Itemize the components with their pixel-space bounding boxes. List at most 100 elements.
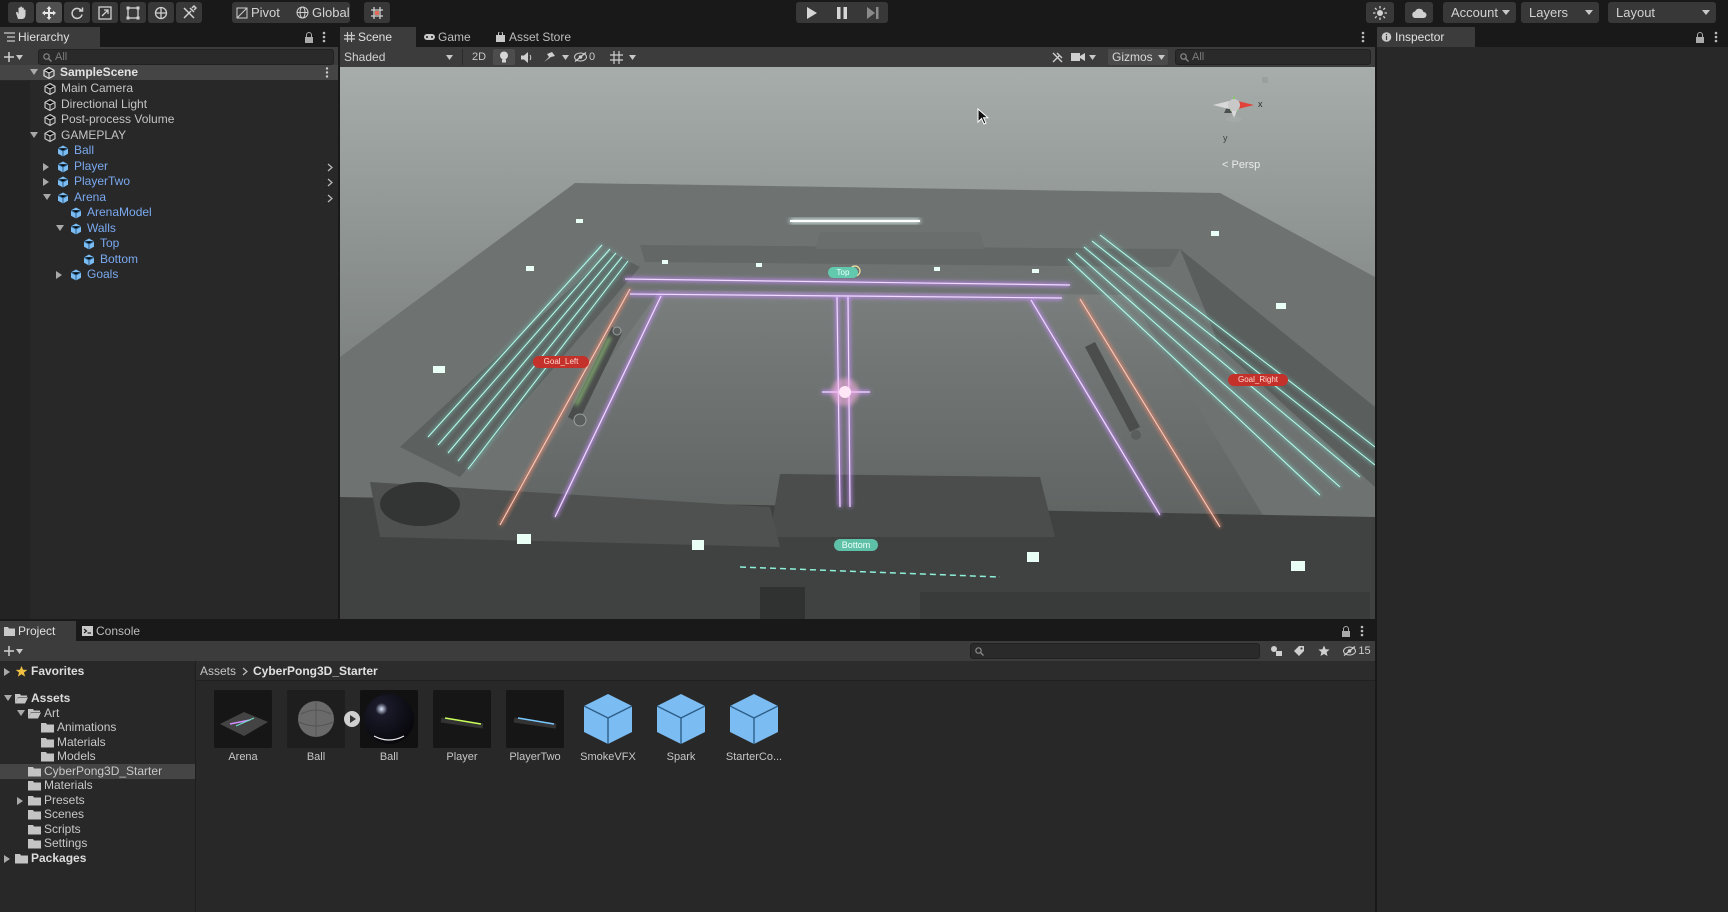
lock-icon[interactable]: [304, 32, 314, 43]
folder-tree-item[interactable]: Packages: [0, 851, 195, 866]
hand-tool-button[interactable]: [8, 2, 34, 23]
hierarchy-item[interactable]: Goals: [0, 267, 338, 282]
pause-button[interactable]: [827, 2, 857, 23]
hierarchy-item[interactable]: ArenaModel: [0, 205, 338, 220]
rect-tool-button[interactable]: [120, 2, 146, 23]
folder-tree-item[interactable]: Assets: [0, 691, 195, 706]
folder-tree-item[interactable]: CyberPong3D_Starter: [0, 764, 195, 779]
create-dropdown[interactable]: [4, 49, 23, 65]
chevron-down-icon[interactable]: [629, 55, 636, 60]
tab-inspector[interactable]: Inspector: [1377, 27, 1475, 47]
hierarchy-item[interactable]: PlayerTwo: [0, 174, 338, 189]
scene-effects-toggle[interactable]: [539, 49, 559, 65]
fold-closed-icon[interactable]: [56, 271, 62, 279]
folder-tree-item[interactable]: Materials: [0, 778, 195, 793]
lock-icon[interactable]: [1341, 626, 1351, 637]
camera-settings-dropdown[interactable]: [1071, 49, 1105, 65]
fold-open-icon[interactable]: [43, 193, 51, 200]
hierarchy-item[interactable]: Walls: [0, 221, 338, 236]
search-by-label-button[interactable]: [1289, 643, 1309, 659]
light-settings-button[interactable]: [1366, 2, 1394, 23]
favorite-filter-button[interactable]: [1314, 643, 1334, 659]
asset-item[interactable]: Spark: [649, 690, 713, 763]
hierarchy-item[interactable]: Arena: [0, 190, 338, 205]
play-button[interactable]: [796, 2, 826, 23]
tab-project[interactable]: Project: [0, 621, 76, 641]
fold-open-icon[interactable]: [30, 131, 38, 138]
toggle-2d-button[interactable]: 2D: [467, 49, 491, 65]
tab-game[interactable]: Game: [420, 27, 488, 47]
goal-left-label[interactable]: Goal_Left: [533, 356, 589, 368]
scene-lighting-toggle[interactable]: [493, 49, 515, 65]
layout-dropdown[interactable]: Layout: [1608, 2, 1716, 23]
shading-mode-dropdown[interactable]: Shaded: [344, 49, 454, 65]
more-options-icon[interactable]: [1361, 31, 1365, 43]
tab-scene[interactable]: Scene: [340, 27, 416, 47]
grid-toggle[interactable]: [606, 49, 626, 65]
hierarchy-item[interactable]: Top: [0, 236, 338, 251]
custom-tool-button[interactable]: [176, 2, 202, 23]
folder-tree-item[interactable]: Materials: [0, 735, 195, 750]
folder-tree-item[interactable]: Scenes: [0, 807, 195, 822]
fold-closed-icon[interactable]: [43, 178, 49, 186]
asset-item[interactable]: StarterCo...: [722, 690, 786, 763]
asset-item[interactable]: PlayerTwo: [503, 690, 567, 763]
transform-tool-button[interactable]: [148, 2, 174, 23]
fold-open-icon[interactable]: [17, 710, 25, 716]
scene-audio-toggle[interactable]: [517, 49, 537, 65]
project-search-input[interactable]: [970, 643, 1260, 659]
chevron-right-icon[interactable]: [327, 194, 333, 203]
gizmos-dropdown[interactable]: Gizmos: [1108, 49, 1168, 65]
more-options-icon[interactable]: [322, 31, 326, 43]
hierarchy-search-input[interactable]: All: [38, 49, 334, 65]
hierarchy-item[interactable]: Player: [0, 159, 338, 174]
pivot-toggle[interactable]: Pivot: [236, 2, 280, 23]
fold-open-icon[interactable]: [4, 695, 12, 701]
hierarchy-item[interactable]: Directional Light: [0, 97, 338, 112]
search-by-type-button[interactable]: [1266, 643, 1286, 659]
goal-right-label[interactable]: Goal_Right: [1228, 374, 1288, 386]
chevron-right-icon[interactable]: [327, 178, 333, 187]
move-tool-button[interactable]: [36, 2, 62, 23]
scene-visibility-toggle[interactable]: 0: [574, 49, 604, 65]
lock-icon[interactable]: [1695, 32, 1705, 43]
fold-closed-icon[interactable]: [4, 668, 10, 676]
fold-closed-icon[interactable]: [4, 855, 10, 863]
create-asset-dropdown[interactable]: [4, 643, 23, 659]
top-wall-label[interactable]: Top: [828, 267, 858, 278]
asset-item[interactable]: Ball: [357, 690, 421, 763]
asset-item[interactable]: Arena: [211, 690, 275, 763]
scene-tools-button[interactable]: [1047, 49, 1067, 65]
scale-tool-button[interactable]: [92, 2, 118, 23]
folder-tree-item[interactable]: Settings: [0, 836, 195, 851]
hierarchy-item[interactable]: Post-process Volume: [0, 112, 338, 127]
rotate-tool-button[interactable]: [64, 2, 90, 23]
tab-console[interactable]: Console: [78, 621, 152, 641]
scene-menu-icon[interactable]: [325, 67, 329, 78]
perspective-toggle[interactable]: < Persp: [1222, 159, 1260, 171]
tab-hierarchy[interactable]: Hierarchy: [0, 27, 100, 47]
more-options-icon[interactable]: [1714, 31, 1718, 43]
breadcrumb-assets[interactable]: Assets: [200, 664, 236, 678]
more-options-icon[interactable]: [1360, 625, 1364, 637]
hierarchy-item[interactable]: Bottom: [0, 252, 338, 267]
hidden-packages-toggle[interactable]: 15: [1340, 643, 1374, 659]
cloud-button[interactable]: [1405, 2, 1433, 23]
asset-item[interactable]: Player: [430, 690, 494, 763]
global-toggle[interactable]: Global: [296, 2, 350, 23]
chevron-right-icon[interactable]: [327, 163, 333, 172]
scene-search-input[interactable]: All: [1175, 49, 1371, 65]
folder-tree-item[interactable]: Art: [0, 706, 195, 721]
hierarchy-item[interactable]: GAMEPLAY: [0, 128, 338, 143]
fold-closed-icon[interactable]: [43, 162, 49, 171]
snap-grid-button[interactable]: [364, 2, 390, 23]
hierarchy-item[interactable]: Main Camera: [0, 81, 338, 96]
fold-closed-icon[interactable]: [17, 797, 23, 805]
folder-tree-item[interactable]: Models: [0, 749, 195, 764]
account-dropdown[interactable]: Account: [1443, 2, 1516, 23]
step-button[interactable]: [858, 2, 888, 23]
asset-item[interactable]: Ball: [284, 690, 348, 763]
breadcrumb-current[interactable]: CyberPong3D_Starter: [253, 664, 378, 678]
bottom-wall-label[interactable]: Bottom: [834, 539, 878, 551]
fold-open-icon[interactable]: [56, 224, 64, 231]
